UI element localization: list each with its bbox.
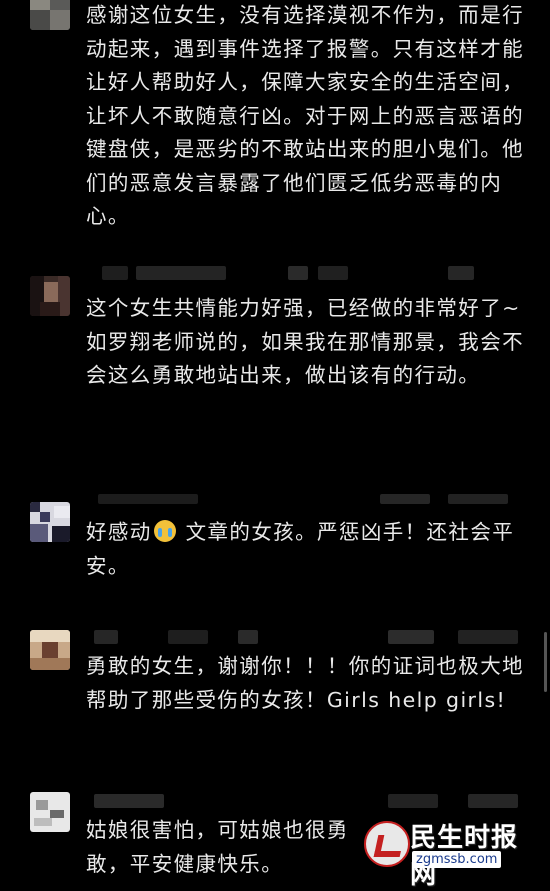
logo-icon (364, 821, 410, 867)
crying-face-emoji-icon (153, 520, 176, 542)
blurred-username (88, 794, 528, 810)
watermark: 民生时报网 zgmssb.com (362, 815, 542, 890)
comment-text-start: 好感动 (86, 520, 152, 544)
comment-text: 这个女生共情能力好强，已经做的非常好了~ 如罗翔老师说的，如果我在那情那景，我会… (86, 296, 524, 387)
blurred-username (88, 494, 528, 510)
comment-text: 勇敢的女生，谢谢你！！！你的证词也极大地帮助了那些受伤的女孩！Girls hel… (86, 654, 524, 712)
comment-item[interactable]: 好感动 文章的女孩。严惩凶手！还社会平安。 (0, 490, 550, 620)
comment-item[interactable]: 这个女生共情能力好强，已经做的非常好了~ 如罗翔老师说的，如果我在那情那景，我会… (0, 250, 550, 490)
avatar[interactable] (30, 502, 70, 542)
avatar[interactable] (30, 630, 70, 670)
watermark-url: zgmssb.com (412, 851, 502, 868)
comment-text: 感谢这位女生，没有选择漠视不作为，而是行动起来，遇到事件选择了报警。只有这样才能… (86, 3, 524, 228)
comment-text: 姑娘很害怕，可姑娘也很勇敢，平安健康快乐。 (86, 818, 349, 876)
blurred-username (88, 630, 528, 646)
avatar[interactable] (30, 276, 70, 316)
blurred-username (88, 266, 528, 282)
comment-text: 好感动 文章的女孩。严惩凶手！还社会平安。 (86, 516, 526, 583)
comment-item[interactable]: 感谢这位女生，没有选择漠视不作为，而是行动起来，遇到事件选择了报警。只有这样才能… (0, 0, 550, 250)
scrollbar[interactable] (544, 632, 547, 692)
avatar[interactable] (30, 0, 70, 30)
avatar[interactable] (30, 792, 70, 832)
comment-item[interactable]: 勇敢的女生，谢谢你！！！你的证词也极大地帮助了那些受伤的女孩！Girls hel… (0, 620, 550, 790)
